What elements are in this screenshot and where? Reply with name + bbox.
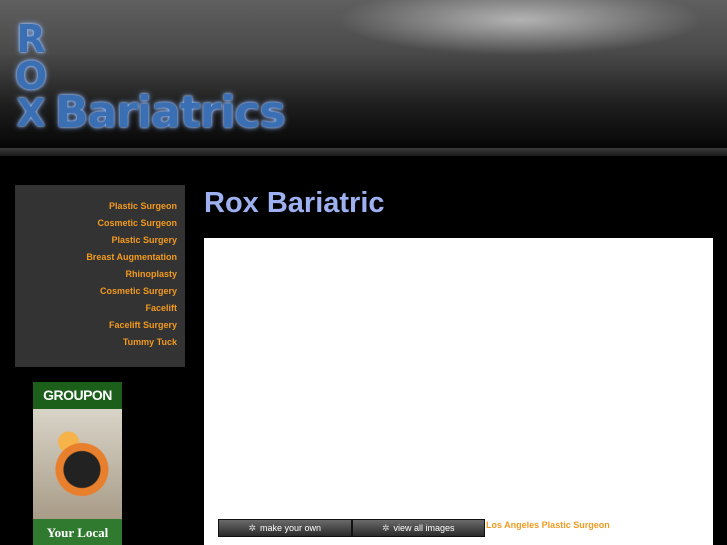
nav-item-plastic-surgery: Plastic Surgery <box>15 232 177 249</box>
nav-list: Plastic Surgeon Cosmetic Surgeon Plastic… <box>15 185 185 351</box>
los-angeles-plastic-surgeon-link[interactable]: Los Angeles Plastic Surgeon <box>486 520 610 530</box>
nav-item-facelift-surgery: Facelift Surgery <box>15 317 177 334</box>
slideshow-toolbar: ✲ make your own ✲ view all images <box>218 519 485 537</box>
logo-wordmark[interactable]: Bariatrics <box>55 89 286 137</box>
nav-link-cosmetic-surgery[interactable]: Cosmetic Surgery <box>100 286 177 296</box>
ad-caption: Your Local <box>46 525 109 540</box>
site-header: R O X Bariatrics <box>0 0 727 150</box>
logo-letter-r[interactable]: R <box>12 20 50 58</box>
make-your-own-button[interactable]: ✲ make your own <box>218 519 352 537</box>
nav-item-cosmetic-surgeon: Cosmetic Surgeon <box>15 215 177 232</box>
nav-item-breast-augmentation: Breast Augmentation <box>15 249 177 266</box>
ad-brand-logo: GROUPON <box>33 382 122 409</box>
nav-link-tummy-tuck[interactable]: Tummy Tuck <box>123 337 177 347</box>
nav-item-tummy-tuck: Tummy Tuck <box>15 334 177 351</box>
page-title: Rox Bariatric <box>204 187 385 219</box>
nav-link-facelift[interactable]: Facelift <box>145 303 177 313</box>
nav-link-breast-augmentation[interactable]: Breast Augmentation <box>86 252 177 262</box>
header-divider <box>0 148 727 156</box>
nav-item-cosmetic-surgery: Cosmetic Surgery <box>15 283 177 300</box>
groupon-ad-banner[interactable]: GROUPON Your Local <box>33 382 122 545</box>
nav-item-facelift: Facelift <box>15 300 177 317</box>
nav-link-cosmetic-surgeon[interactable]: Cosmetic Surgeon <box>97 218 177 228</box>
nav-item-plastic-surgeon: Plastic Surgeon <box>15 198 177 215</box>
sparkle-icon: ✲ <box>248 522 256 533</box>
nav-item-rhinoplasty: Rhinoplasty <box>15 266 177 283</box>
view-all-images-button[interactable]: ✲ view all images <box>351 519 485 537</box>
make-your-own-label: make your own <box>260 523 322 533</box>
logo-letter-o[interactable]: O <box>12 57 50 95</box>
nav-link-rhinoplasty[interactable]: Rhinoplasty <box>125 269 177 279</box>
sparkle-icon: ✲ <box>381 522 390 533</box>
content-panel <box>204 238 713 545</box>
ad-food-image <box>33 409 122 519</box>
nav-link-plastic-surgery[interactable]: Plastic Surgery <box>111 235 177 245</box>
nav-link-facelift-surgery[interactable]: Facelift Surgery <box>109 320 177 330</box>
view-all-images-label: view all images <box>393 523 455 533</box>
logo-letter-x[interactable]: X <box>12 94 50 132</box>
nav-link-plastic-surgeon[interactable]: Plastic Surgeon <box>109 201 177 211</box>
sidebar-nav: Plastic Surgeon Cosmetic Surgeon Plastic… <box>15 185 185 367</box>
